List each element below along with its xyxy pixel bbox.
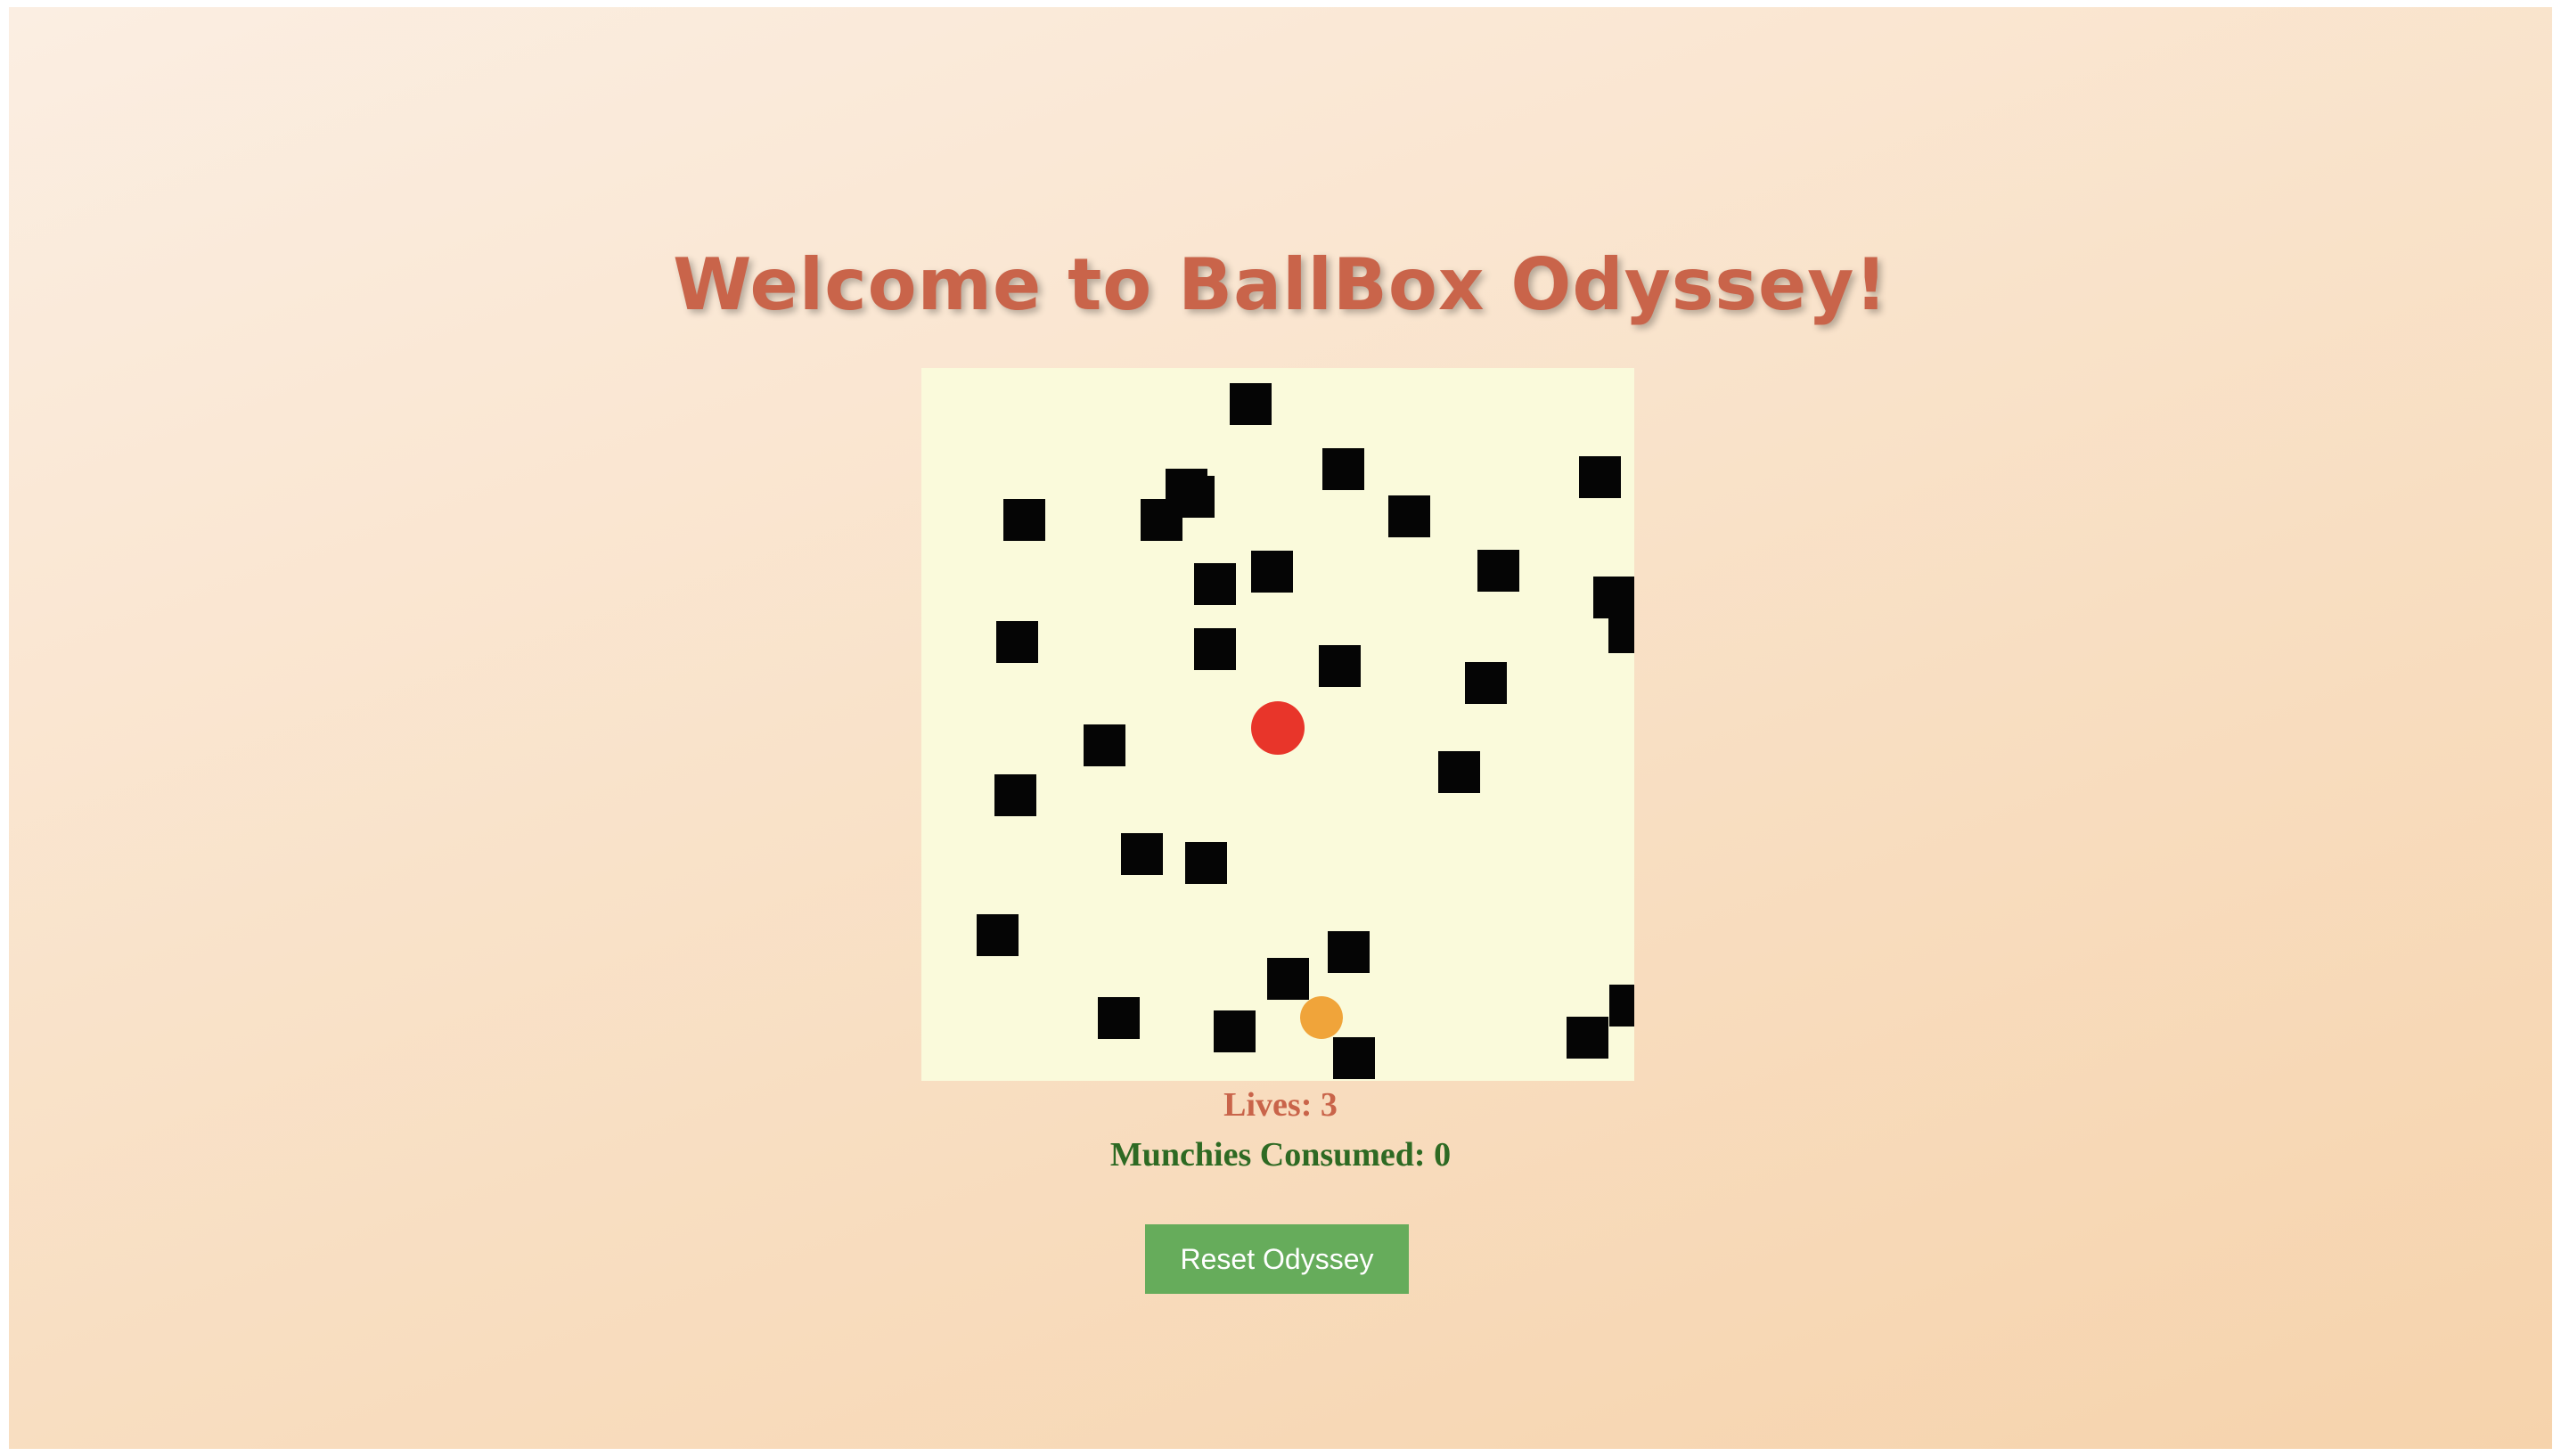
obstacle [1608,611,1634,653]
obstacle [1194,628,1236,670]
player-ball[interactable] [1251,701,1305,755]
obstacle [1609,985,1634,1027]
page-title: Welcome to BallBox Odyssey! [673,243,1888,326]
obstacle [1121,833,1163,875]
obstacle [1438,751,1480,793]
obstacle [1465,662,1507,704]
lives-counter: Lives: 3 [1223,1086,1338,1124]
reset-odyssey-button[interactable]: Reset Odyssey [1145,1224,1409,1294]
obstacle [1230,383,1272,425]
obstacle [1579,456,1621,498]
obstacle [994,774,1036,816]
obstacle [1185,842,1227,884]
obstacle [977,914,1019,956]
obstacle [1267,958,1309,1000]
obstacle [1319,645,1361,687]
obstacle [1141,499,1182,541]
obstacle [1322,448,1364,490]
obstacle [1328,931,1370,973]
obstacle [1214,1010,1256,1052]
obstacle [1477,550,1519,592]
obstacle [1194,563,1236,605]
obstacle [1333,1037,1375,1079]
obstacle [1084,724,1125,766]
obstacle [996,621,1038,663]
munchie [1300,996,1343,1039]
munchies-counter: Munchies Consumed: 0 [1109,1136,1452,1174]
obstacle [1003,499,1045,541]
obstacle [1388,495,1430,537]
game-page: Welcome to BallBox Odyssey! Lives: 3 Mun… [9,7,2552,1449]
obstacle [1251,551,1293,593]
game-board[interactable] [921,368,1634,1081]
obstacle [1098,997,1140,1039]
obstacle [1567,1017,1608,1059]
